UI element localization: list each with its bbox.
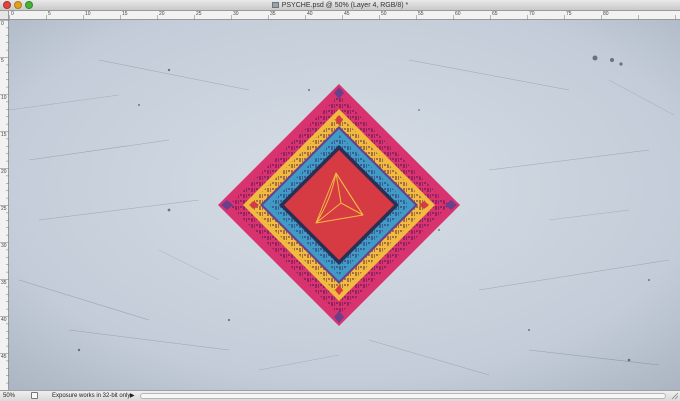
ruler-label: 10 <box>1 95 7 101</box>
ruler-label: 40 <box>1 317 7 323</box>
ruler-label: 20 <box>159 11 165 17</box>
document-title: PSYCHE.psd @ 50% (Layer 4, RGB/8) * <box>0 0 680 11</box>
ruler-label: 0 <box>1 21 4 27</box>
ruler-label: 75 <box>566 11 572 17</box>
ruler-label: 65 <box>492 11 498 17</box>
resize-grip-icon[interactable] <box>671 392 679 400</box>
ruler-label: 45 <box>1 354 7 360</box>
ruler-label: 5 <box>1 58 4 64</box>
document-icon <box>271 2 279 8</box>
ruler-label: 5 <box>48 11 51 17</box>
artwork <box>9 20 680 390</box>
status-icon[interactable] <box>31 392 38 399</box>
status-menu-arrow-icon[interactable]: ▶ <box>130 392 135 400</box>
document-title-text: PSYCHE.psd @ 50% (Layer 4, RGB/8) * <box>281 2 409 9</box>
ruler-label: 25 <box>196 11 202 17</box>
vertical-ruler-ticks <box>0 20 9 391</box>
ruler-label: 30 <box>1 243 7 249</box>
document-canvas[interactable] <box>9 20 680 390</box>
ruler-label: 55 <box>418 11 424 17</box>
ruler-label: 60 <box>455 11 461 17</box>
ruler-label: 70 <box>529 11 535 17</box>
ruler-label: 15 <box>122 11 128 17</box>
ruler-label: 40 <box>307 11 313 17</box>
ruler-label: 20 <box>1 169 7 175</box>
ruler-label: 35 <box>1 280 7 286</box>
ruler-label: 50 <box>381 11 387 17</box>
vertical-ruler[interactable]: 0 5 10 15 20 25 30 35 40 45 <box>0 11 9 391</box>
zoom-level-field[interactable]: 50% <box>3 392 25 400</box>
ruler-label: 10 <box>85 11 91 17</box>
ruler-label: 80 <box>603 11 609 17</box>
ruler-label: 0 <box>11 11 14 17</box>
horizontal-ruler[interactable]: 0 5 10 15 20 25 30 35 40 45 50 55 60 65 70 75 80 <box>9 11 680 24</box>
status-message: Exposure works in 32-bit only <box>52 393 131 399</box>
photoshop-document-window: PSYCHE.psd @ 50% (Layer 4, RGB/8) * 0 5 10… <box>0 0 680 401</box>
ruler-label: 25 <box>1 206 7 212</box>
title-bar[interactable]: PSYCHE.psd @ 50% (Layer 4, RGB/8) * <box>0 0 680 11</box>
ruler-label: 15 <box>1 132 7 138</box>
status-bar: 50% Exposure works in 32-bit only ▶ <box>0 390 680 401</box>
horizontal-scrollbar[interactable] <box>140 393 666 399</box>
ruler-origin[interactable] <box>0 11 9 20</box>
ruler-label: 30 <box>233 11 239 17</box>
ruler-label: 45 <box>344 11 350 17</box>
ruler-label: 35 <box>270 11 276 17</box>
